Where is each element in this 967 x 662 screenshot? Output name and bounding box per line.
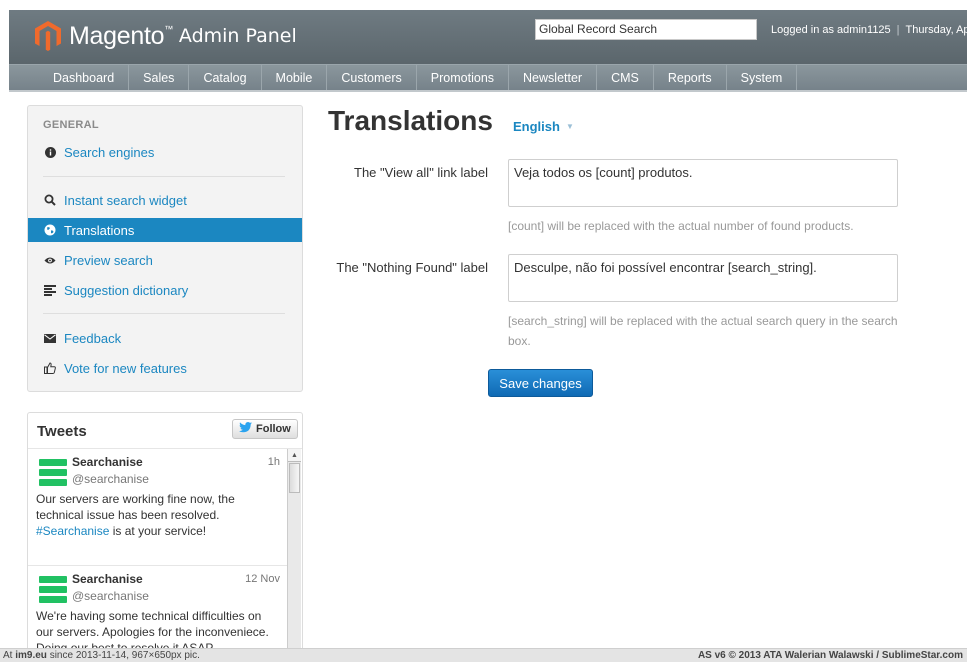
nav-promotions[interactable]: Promotions [417, 65, 510, 90]
admin-page: Magento™ Admin Panel Global Record Searc… [0, 0, 967, 662]
view-all-label: The "View all" link label [354, 165, 488, 180]
brand-name: Magento™ [69, 21, 173, 50]
language-selector[interactable]: English ▼ [513, 119, 574, 134]
nothing-found-input[interactable]: Desculpe, não foi possível encontrar [se… [508, 254, 898, 302]
sidebar-divider [43, 176, 285, 177]
sidebar-item-vote-features[interactable]: Vote for new features [28, 356, 302, 380]
sidebar-item-feedback[interactable]: Feedback [28, 326, 302, 350]
footer-left: At im9.eu since 2013-11-14, 967×650px pi… [3, 650, 200, 661]
info-icon [44, 146, 56, 158]
nav-system[interactable]: System [727, 65, 798, 90]
settings-sidebar: GENERAL Search engines Instant search wi… [27, 105, 303, 392]
main-nav: Dashboard Sales Catalog Mobile Customers… [9, 64, 967, 92]
global-search-input[interactable]: Global Record Search [535, 19, 757, 40]
sidebar-divider [43, 313, 285, 314]
nav-catalog[interactable]: Catalog [189, 65, 262, 90]
nav-sales[interactable]: Sales [129, 65, 190, 90]
tweet-text: Our servers are working fine now, the te… [36, 492, 235, 538]
page-title: Translations [328, 105, 493, 136]
tweet-author-handle[interactable]: @searchanise [72, 472, 149, 486]
tweet-avatar[interactable] [39, 459, 67, 487]
magento-logo-icon [35, 21, 61, 51]
sidebar-item-label: Instant search widget [64, 192, 187, 208]
tweet-time[interactable]: 12 Nov [244, 573, 280, 585]
tweet-separator [28, 565, 287, 566]
sidebar-item-suggestion-dictionary[interactable]: Suggestion dictionary [28, 278, 302, 302]
sidebar-item-label: Suggestion dictionary [64, 282, 189, 298]
save-changes-button[interactable]: Save changes [488, 369, 593, 397]
tweet-avatar[interactable] [39, 576, 67, 604]
nothing-found-hint: [search_string] will be replaced with th… [508, 314, 898, 348]
current-date: Thursday, Ap [905, 24, 967, 36]
follow-label: Follow [256, 423, 291, 435]
tweets-scrollbar[interactable]: ▲ [287, 449, 301, 662]
globe-icon [44, 224, 56, 236]
eye-icon [44, 254, 56, 266]
language-value: English [513, 119, 560, 134]
sidebar-item-label: Search engines [64, 144, 155, 160]
tweets-header: Tweets Follow [28, 413, 302, 449]
tweets-title: Tweets [37, 423, 87, 440]
footer-right: AS v6 © 2013 ATA Walerian Walawski / Sub… [697, 650, 963, 661]
tweet-hashtag[interactable]: #Searchanise [36, 524, 109, 538]
sidebar-item-translations[interactable]: Translations [28, 218, 302, 242]
scroll-up-arrow-icon[interactable]: ▲ [288, 449, 301, 462]
top-header: Magento™ Admin Panel Global Record Searc… [9, 10, 967, 64]
tweet-author-handle[interactable]: @searchanise [72, 589, 149, 603]
nav-reports[interactable]: Reports [654, 65, 727, 90]
sidebar-item-preview-search[interactable]: Preview search [28, 248, 302, 272]
twitter-bird-icon [239, 422, 252, 436]
search-icon [44, 194, 56, 206]
footer-site-link[interactable]: im9.eu [15, 650, 47, 661]
sidebar-item-label: Feedback [64, 330, 122, 346]
nav-dashboard[interactable]: Dashboard [39, 65, 130, 90]
image-host-footer: At im9.eu since 2013-11-14, 967×650px pi… [0, 648, 967, 662]
nav-customers[interactable]: Customers [327, 65, 417, 90]
tweet-time[interactable]: 1h [244, 456, 280, 468]
login-info: Logged in as admin1125 | Thursday, Ap [771, 24, 967, 36]
thumbs-up-icon [44, 362, 56, 374]
magento-logo[interactable]: Magento™ Admin Panel [35, 20, 297, 52]
scroll-thumb[interactable] [289, 463, 300, 493]
view-all-input[interactable]: Veja todos os [count] produtos. [508, 159, 898, 207]
nav-newsletter[interactable]: Newsletter [509, 65, 598, 90]
login-separator: | [896, 24, 900, 36]
tweets-widget: Tweets Follow Searchanise @searchanise 1… [27, 412, 303, 662]
view-all-hint: [count] will be replaced with the actual… [508, 219, 854, 233]
brand-subtitle: Admin Panel [178, 25, 297, 47]
envelope-icon [44, 332, 56, 344]
sidebar-item-label: Preview search [64, 252, 153, 268]
sidebar-item-label: Translations [64, 222, 135, 238]
logged-in-text: Logged in as admin1125 [771, 24, 891, 36]
tweet-author-name[interactable]: Searchanise [72, 455, 143, 469]
nav-cms[interactable]: CMS [597, 65, 654, 90]
nothing-found-label: The "Nothing Found" label [336, 260, 488, 275]
chevron-down-icon: ▼ [565, 122, 574, 131]
list-icon [44, 284, 56, 296]
sidebar-heading: GENERAL [43, 119, 99, 131]
sidebar-item-search-engines[interactable]: Search engines [28, 140, 302, 164]
tweet-author-name[interactable]: Searchanise [72, 572, 143, 586]
sidebar-item-label: Vote for new features [64, 360, 187, 376]
twitter-follow-button[interactable]: Follow [232, 419, 298, 439]
nav-mobile[interactable]: Mobile [262, 65, 328, 90]
sidebar-item-instant-search-widget[interactable]: Instant search widget [28, 188, 302, 212]
